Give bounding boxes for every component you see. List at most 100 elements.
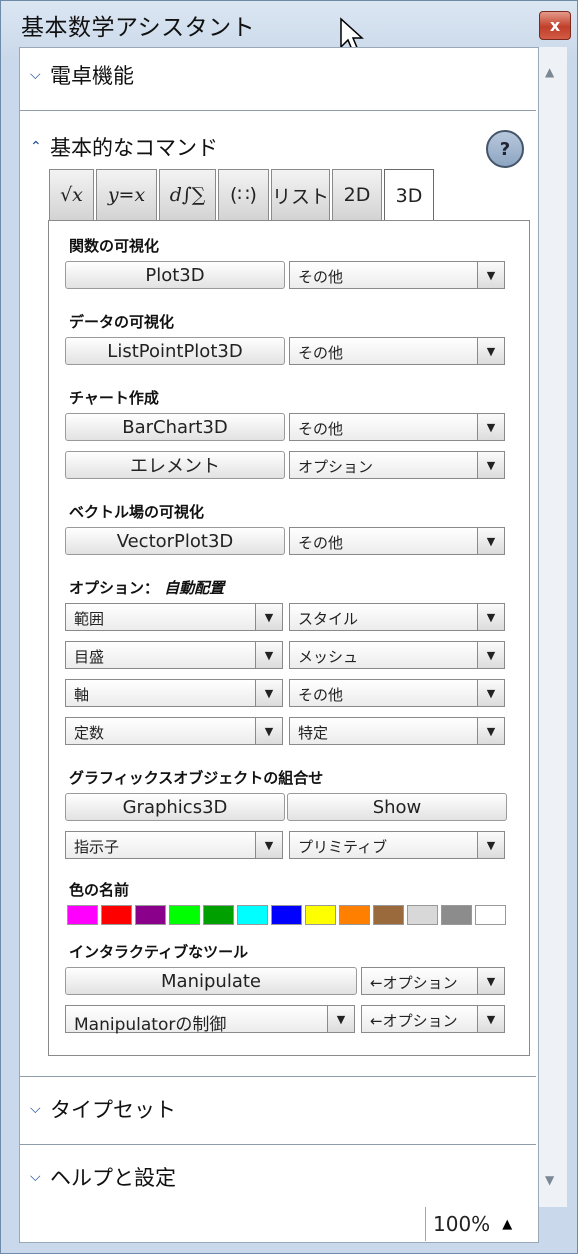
- dropdown-value: Manipulatorの制御: [74, 1015, 227, 1035]
- group-interactive: インタラクティブなツール: [69, 943, 249, 961]
- chevron-down-icon: ⌵: [30, 1169, 41, 1185]
- color-swatch[interactable]: [169, 905, 200, 925]
- color-swatch[interactable]: [441, 905, 472, 925]
- color-swatch[interactable]: [407, 905, 438, 925]
- color-swatch[interactable]: [475, 905, 506, 925]
- color-swatch[interactable]: [271, 905, 302, 925]
- dropdown-value: 特定: [298, 724, 329, 742]
- range-dropdown[interactable]: 範囲 ▼: [65, 603, 283, 631]
- help-button[interactable]: ?: [486, 130, 524, 168]
- plot3d-button[interactable]: Plot3D: [65, 261, 285, 289]
- section-help-settings[interactable]: ⌵ ヘルプと設定: [30, 1162, 176, 1192]
- divider: [20, 1076, 536, 1077]
- section-basic-commands[interactable]: ⌃ 基本的なコマンド: [30, 132, 218, 162]
- listpointplot3d-other-dropdown[interactable]: その他 ▼: [289, 337, 505, 365]
- manipulate-option-dropdown[interactable]: ←オプション ▼: [361, 967, 505, 995]
- color-swatches: [67, 905, 509, 925]
- vectorplot3d-other-dropdown[interactable]: その他 ▼: [289, 527, 505, 555]
- dropdown-value: プリミティブ: [298, 838, 388, 856]
- tab-panel-3d: 関数の可視化 Plot3D その他 ▼ データの可視化 ListPointPlot…: [48, 220, 530, 1056]
- tab-matrix[interactable]: (∷): [218, 169, 269, 220]
- manipulate-button[interactable]: Manipulate: [65, 967, 357, 995]
- plot3d-other-dropdown[interactable]: その他 ▼: [289, 261, 505, 289]
- dropdown-arrow-icon: ▼: [477, 338, 504, 364]
- color-swatch[interactable]: [237, 905, 268, 925]
- group-color-names: 色の名前: [69, 881, 130, 899]
- tab-calculus[interactable]: d∫∑: [159, 169, 216, 220]
- vectorplot3d-button[interactable]: VectorPlot3D: [65, 527, 285, 555]
- directive-dropdown[interactable]: 指示子 ▼: [65, 831, 283, 859]
- window-title: 基本数学アシスタント: [21, 15, 256, 41]
- section-calculator[interactable]: ⌵ 電卓機能: [30, 60, 134, 90]
- listpointplot3d-button[interactable]: ListPointPlot3D: [65, 337, 285, 365]
- scroll-up-icon[interactable]: ▲: [545, 65, 554, 79]
- dropdown-arrow-icon: ▼: [477, 968, 504, 994]
- primitive-dropdown[interactable]: プリミティブ ▼: [289, 831, 505, 859]
- tab-equation[interactable]: y=x: [96, 169, 157, 220]
- group-chart: チャート作成: [69, 389, 159, 407]
- color-swatch[interactable]: [339, 905, 370, 925]
- graphics3d-button[interactable]: Graphics3D: [65, 793, 285, 821]
- color-swatch[interactable]: [203, 905, 234, 925]
- dropdown-arrow-icon: ▼: [477, 832, 504, 858]
- divider: [20, 110, 536, 111]
- barchart3d-button[interactable]: BarChart3D: [65, 413, 285, 441]
- dropdown-arrow-icon: ▼: [477, 452, 504, 478]
- color-swatch[interactable]: [135, 905, 166, 925]
- color-swatch[interactable]: [305, 905, 336, 925]
- title-bar[interactable]: 基本数学アシスタント x: [1, 1, 577, 47]
- dropdown-value: 定数: [74, 724, 105, 742]
- manipulator-option-dropdown[interactable]: ←オプション ▼: [361, 1005, 505, 1033]
- dropdown-value: その他: [298, 534, 344, 552]
- options-auto: 自動配置: [164, 579, 225, 597]
- dropdown-arrow-icon: ▼: [477, 642, 504, 668]
- dropdown-value: 範囲: [74, 610, 105, 628]
- mesh-dropdown[interactable]: メッシュ ▼: [289, 641, 505, 669]
- ticks-dropdown[interactable]: 目盛 ▼: [65, 641, 283, 669]
- tab-list[interactable]: リスト: [271, 169, 330, 220]
- chevron-down-icon: ⌵: [30, 67, 41, 83]
- barchart3d-other-dropdown[interactable]: その他 ▼: [289, 413, 505, 441]
- group-function-viz: 関数の可視化: [69, 237, 160, 255]
- dropdown-value: その他: [298, 686, 344, 704]
- vertical-scrollbar[interactable]: ▲ ▼: [539, 47, 567, 1207]
- tab-3d[interactable]: 3D: [384, 169, 434, 222]
- divider: [20, 1144, 536, 1145]
- manipulator-control-dropdown[interactable]: Manipulatorの制御 ▼: [65, 1005, 355, 1035]
- palette-content: ⌵ 電卓機能 ⌃ 基本的なコマンド ? √x y=x d∫∑ (∷) リスト 2…: [19, 47, 539, 1243]
- chevron-up-icon: ⌃: [30, 139, 42, 155]
- dropdown-value: オプション: [298, 458, 374, 476]
- show-button[interactable]: Show: [287, 793, 507, 821]
- scroll-down-icon[interactable]: ▼: [545, 1173, 554, 1187]
- axes-dropdown[interactable]: 軸 ▼: [65, 679, 283, 707]
- dropdown-value: ←オプション: [370, 974, 458, 992]
- dropdown-value: その他: [298, 420, 344, 438]
- style-dropdown[interactable]: スタイル ▼: [289, 603, 505, 631]
- status-bar: 100% ▲: [419, 1207, 569, 1241]
- element-option-dropdown[interactable]: オプション ▼: [289, 451, 505, 479]
- section-typeset[interactable]: ⌵ タイプセット: [30, 1094, 176, 1124]
- assistant-window: 基本数学アシスタント x ⌵ 電卓機能 ⌃ 基本的なコマンド ? √x y=x …: [0, 0, 578, 1254]
- help-icon: ?: [499, 138, 511, 160]
- element-button[interactable]: エレメント: [65, 451, 285, 479]
- dropdown-value: 目盛: [74, 648, 105, 666]
- close-button[interactable]: x: [539, 11, 571, 40]
- tab-bar: √x y=x d∫∑ (∷) リスト 2D 3D: [49, 169, 436, 222]
- dropdown-arrow-icon: ▼: [255, 680, 282, 706]
- dropdown-value: その他: [298, 344, 344, 362]
- tab-2d[interactable]: 2D: [332, 169, 382, 220]
- color-swatch[interactable]: [101, 905, 132, 925]
- color-swatch[interactable]: [373, 905, 404, 925]
- section-basic-commands-label: 基本的なコマンド: [50, 136, 218, 160]
- tab-sqrt[interactable]: √x: [49, 169, 94, 220]
- color-swatch[interactable]: [67, 905, 98, 925]
- section-typeset-label: タイプセット: [50, 1098, 176, 1122]
- chevron-down-icon: ⌵: [30, 1101, 41, 1117]
- specific-dropdown[interactable]: 特定 ▼: [289, 717, 505, 745]
- zoom-menu-icon[interactable]: ▲: [502, 1217, 512, 1232]
- zoom-level: 100%: [433, 1212, 491, 1236]
- dropdown-arrow-icon: ▼: [477, 680, 504, 706]
- dropdown-value: スタイル: [298, 610, 359, 628]
- constant-dropdown[interactable]: 定数 ▼: [65, 717, 283, 745]
- options-other-dropdown[interactable]: その他 ▼: [289, 679, 505, 707]
